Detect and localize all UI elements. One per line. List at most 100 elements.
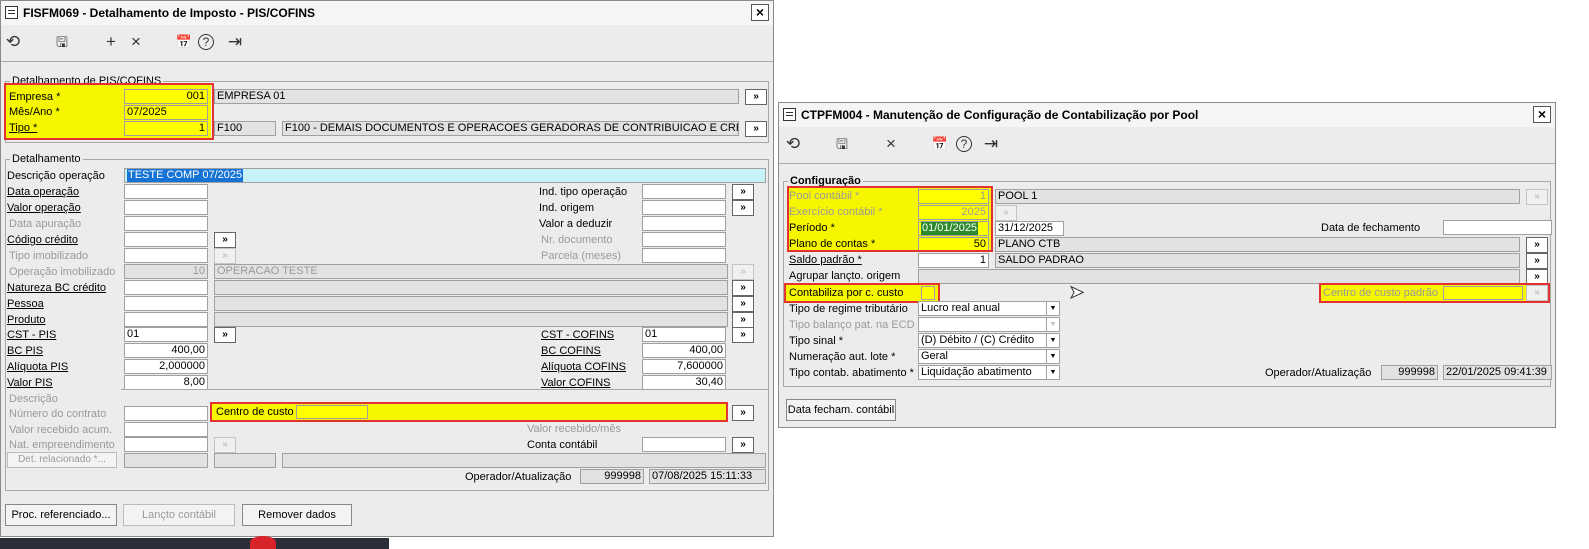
codigo-credito-label: Código crédito <box>7 234 78 246</box>
natureza-bc-lookup-button[interactable]: » <box>732 280 754 296</box>
parcela-label: Parcela (meses) <box>541 250 622 262</box>
conta-contabil-lookup-button[interactable]: » <box>732 437 754 453</box>
ind-tipo-operacao-label: Ind. tipo operação <box>539 186 628 198</box>
numeracao-lote-select[interactable]: Geral <box>918 349 1060 364</box>
save-icon[interactable]: 🖫 <box>51 32 73 52</box>
exit-icon[interactable]: ⇥ <box>980 134 1002 154</box>
numero-contrato-label: Número do contrato <box>9 408 107 420</box>
balanco-ecd-select[interactable] <box>918 317 1060 332</box>
refresh-icon[interactable]: ⟲ <box>782 134 804 154</box>
help-icon[interactable]: ? <box>956 136 972 152</box>
tipo-imobilizado-field[interactable] <box>124 248 208 263</box>
bc-cofins-field[interactable]: 400,00 <box>642 343 726 358</box>
centro-custo-lookup-button[interactable]: » <box>732 405 754 421</box>
cst-cofins-lookup-button[interactable]: » <box>732 327 754 343</box>
ind-tipo-operacao-lookup-button[interactable]: » <box>732 184 754 200</box>
tipo-sinal-label: Tipo sinal * <box>789 335 844 347</box>
save-icon[interactable]: 🖫 <box>831 134 853 154</box>
close-window-button[interactable]: × <box>751 4 769 21</box>
descricao-operacao-field[interactable]: TESTE COMP 07/2025 <box>124 168 766 183</box>
aliquota-pis-field[interactable]: 2,000000 <box>124 359 208 374</box>
periodo-fim-field[interactable]: 31/12/2025 <box>995 221 1064 236</box>
conta-contabil-field[interactable] <box>642 437 726 452</box>
nat-empreendimento-lookup-button[interactable]: » <box>214 437 236 453</box>
bc-pis-label: BC PIS <box>7 345 44 357</box>
refresh-icon[interactable]: ⟲ <box>2 32 24 52</box>
section-title: Detalhamento <box>10 152 83 166</box>
chevron-down-icon[interactable]: ▼ <box>1046 350 1059 363</box>
regime-tributario-select[interactable]: Lucro real anual <box>918 301 1060 316</box>
nr-documento-field[interactable] <box>642 232 726 247</box>
valor-pis-field[interactable]: 8,00 <box>124 375 208 390</box>
balanco-ecd-label: Tipo balanço pat. na ECD <box>789 319 915 331</box>
help-icon[interactable]: ? <box>198 34 214 50</box>
calendar-icon[interactable]: 📅 <box>173 32 195 52</box>
chevron-down-icon[interactable]: ▼ <box>1046 366 1059 379</box>
saldo-padrao-lookup-button[interactable]: » <box>1526 253 1548 269</box>
operacao-imobilizado-lookup-button[interactable]: » <box>732 264 754 280</box>
window-icon <box>783 108 796 121</box>
contab-abatimento-select[interactable]: Liquidação abatimento <box>918 365 1060 380</box>
nat-empreendimento-field[interactable] <box>124 437 208 452</box>
chevron-down-icon[interactable]: ▼ <box>1046 334 1059 347</box>
lancto-contabil-button[interactable]: Lançto contábil <box>123 504 235 526</box>
delete-icon[interactable]: × <box>125 32 147 52</box>
ind-tipo-operacao-field[interactable] <box>642 184 726 199</box>
codigo-credito-field[interactable] <box>124 232 208 247</box>
pessoa-field[interactable] <box>124 296 208 311</box>
natureza-bc-description <box>214 280 728 295</box>
valor-cofins-field[interactable]: 30,40 <box>642 375 726 390</box>
produto-lookup-button[interactable]: » <box>732 312 754 328</box>
calendar-icon[interactable]: 📅 <box>929 134 951 154</box>
produto-description <box>214 312 728 327</box>
saldo-padrao-description: SALDO PADRAO <box>995 253 1520 268</box>
agrupar-lancto-field <box>918 269 1520 284</box>
toolbar-separator <box>779 163 1555 164</box>
delete-icon[interactable]: × <box>880 134 902 154</box>
tipo-lookup-button[interactable]: » <box>745 121 767 137</box>
exercicio-lookup-button[interactable]: » <box>995 205 1017 221</box>
operacao-imobilizado-field[interactable]: 10 <box>124 264 208 279</box>
fisfm069-window: FISFM069 - Detalhamento de Imposto - PIS… <box>0 0 774 537</box>
cst-pis-lookup-button[interactable]: » <box>214 327 236 343</box>
data-fechamento-field[interactable] <box>1443 220 1552 235</box>
chevron-down-icon[interactable]: ▼ <box>1046 302 1059 315</box>
plano-contas-lookup-button[interactable]: » <box>1526 237 1548 253</box>
chevron-down-icon[interactable]: ▼ <box>1046 318 1059 331</box>
valor-operacao-field[interactable] <box>124 200 208 215</box>
codigo-credito-lookup-button[interactable]: » <box>214 232 236 248</box>
tipo-sinal-select[interactable]: (D) Débito / (C) Crédito <box>918 333 1060 348</box>
produto-field[interactable] <box>124 312 208 327</box>
valor-recebido-mes-label: Valor recebido/mês <box>527 423 621 435</box>
operacao-imobilizado-label: Operação imobilizado <box>9 266 116 278</box>
det-relacionado-button[interactable]: Det. relacionado *... <box>7 452 117 468</box>
valor-recebido-acum-field[interactable] <box>124 422 208 437</box>
valor-deduzir-field[interactable] <box>642 216 726 231</box>
saldo-padrao-field[interactable]: 1 <box>918 253 989 268</box>
close-window-button[interactable]: × <box>1533 106 1551 123</box>
contab-abatimento-label: Tipo contab. abatimento * <box>789 367 914 379</box>
proc-referenciado-button[interactable]: Proc. referenciado... <box>5 504 117 526</box>
add-icon[interactable]: + <box>100 32 122 52</box>
tipo-imobilizado-lookup-button[interactable]: » <box>214 248 236 264</box>
empresa-lookup-button[interactable]: » <box>745 89 767 105</box>
aliquota-cofins-field[interactable]: 7,600000 <box>642 359 726 374</box>
exit-icon[interactable]: ⇥ <box>224 32 246 52</box>
data-fechamento-button[interactable]: Data fecham. contábil <box>786 399 896 421</box>
ind-origem-field[interactable] <box>642 200 726 215</box>
natureza-bc-field[interactable] <box>124 280 208 295</box>
cst-pis-field[interactable]: 01 <box>124 327 208 342</box>
conta-contabil-label: Conta contábil <box>527 439 598 451</box>
data-apuracao-field[interactable] <box>124 216 208 231</box>
numero-contrato-field[interactable] <box>124 406 208 421</box>
bc-pis-field[interactable]: 400,00 <box>124 343 208 358</box>
ind-origem-lookup-button[interactable]: » <box>732 200 754 216</box>
parcela-field[interactable] <box>642 248 726 263</box>
pessoa-lookup-button[interactable]: » <box>732 296 754 312</box>
highlight-box-config <box>787 186 993 252</box>
data-operacao-field[interactable] <box>124 184 208 199</box>
remover-dados-button[interactable]: Remover dados <box>242 504 352 526</box>
cst-cofins-field[interactable]: 01 <box>642 327 726 342</box>
valor-cofins-label: Valor COFINS <box>541 377 611 389</box>
pool-contabil-lookup-button[interactable]: » <box>1526 189 1548 205</box>
